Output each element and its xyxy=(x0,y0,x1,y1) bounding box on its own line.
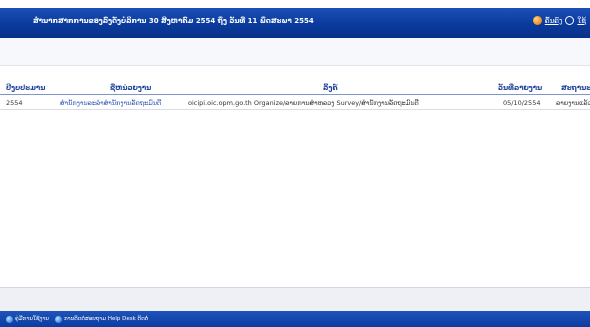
status-bar: ຄູ່ມືການໃຊ້ງານ ການຕິດຕໍ່ສອບຖາມ Help Desk… xyxy=(0,311,590,327)
footer-help-link[interactable]: ຄູ່ມືການໃຊ້ງານ xyxy=(6,315,49,323)
cell-year: 2554 xyxy=(6,99,23,107)
footer-help-label: ຄູ່ມືການໃຊ້ງານ xyxy=(15,316,49,322)
orange-circle-icon xyxy=(532,16,542,25)
page-title: ສຳນາກສາກການຂອງລົງດັ່ງບໍລິການ 30 ສິງຫາຄົມ… xyxy=(33,17,314,25)
col-date[interactable]: ວັນທີ່ລາຍງານ xyxy=(498,84,542,92)
footer-helpdesk-link[interactable]: ການຕິດຕໍ່ສອບຖາມ Help Desk ຕິດຕໍ່ xyxy=(54,315,149,323)
cell-agency[interactable]: ສຳນັກງານລະລຳສຳນັກງານລັດຖະມົນຕີ xyxy=(60,99,161,107)
footer-helpdesk-label: ການຕິດຕໍ່ສອບຖາມ Help Desk ຕິດຕໍ່ xyxy=(63,316,149,322)
title-bar: ສຳນາກສາກການຂອງລົງດັ່ງບໍລິການ 30 ສິງຫາຄົມ… xyxy=(0,8,590,38)
clock-icon xyxy=(565,16,575,25)
cell-status: ລາຍງານແລ້ວ xyxy=(556,99,590,107)
content-area xyxy=(0,111,590,287)
col-link[interactable]: ລິ້ງຄ໌ xyxy=(323,84,338,92)
action-link-1[interactable]: ຄົ້ນຄົງ xyxy=(545,17,563,25)
col-agency[interactable]: ຊື່ຫນ່ວຍງານ xyxy=(110,84,151,92)
table-row[interactable]: 2554 ສຳນັກງານລະລຳສຳນັກງານລັດຖະມົນຕີ oici… xyxy=(0,96,590,110)
bottom-panel xyxy=(0,288,590,311)
col-year[interactable]: ປີງບປະມານ xyxy=(6,84,45,92)
action-link-2[interactable]: ໃຊ້ xyxy=(577,17,586,25)
toolbar-area xyxy=(0,38,590,66)
top-margin xyxy=(0,0,590,8)
title-actions: ຄົ້ນຄົງ ໃຊ້ xyxy=(532,16,586,25)
col-status[interactable]: ສະຖານະ xyxy=(561,84,590,92)
cell-link[interactable]: oicipi.oic.opm.go.th Organize/ລາຍການສຳຫລ… xyxy=(188,99,419,107)
info-icon xyxy=(54,315,62,323)
help-icon xyxy=(6,315,13,323)
cell-date: 05/10/2554 xyxy=(503,99,541,107)
table-header: ປີງບປະມານ ຊື່ຫນ່ວຍງານ ລິ້ງຄ໌ ວັນທີ່ລາຍງາ… xyxy=(0,82,590,95)
